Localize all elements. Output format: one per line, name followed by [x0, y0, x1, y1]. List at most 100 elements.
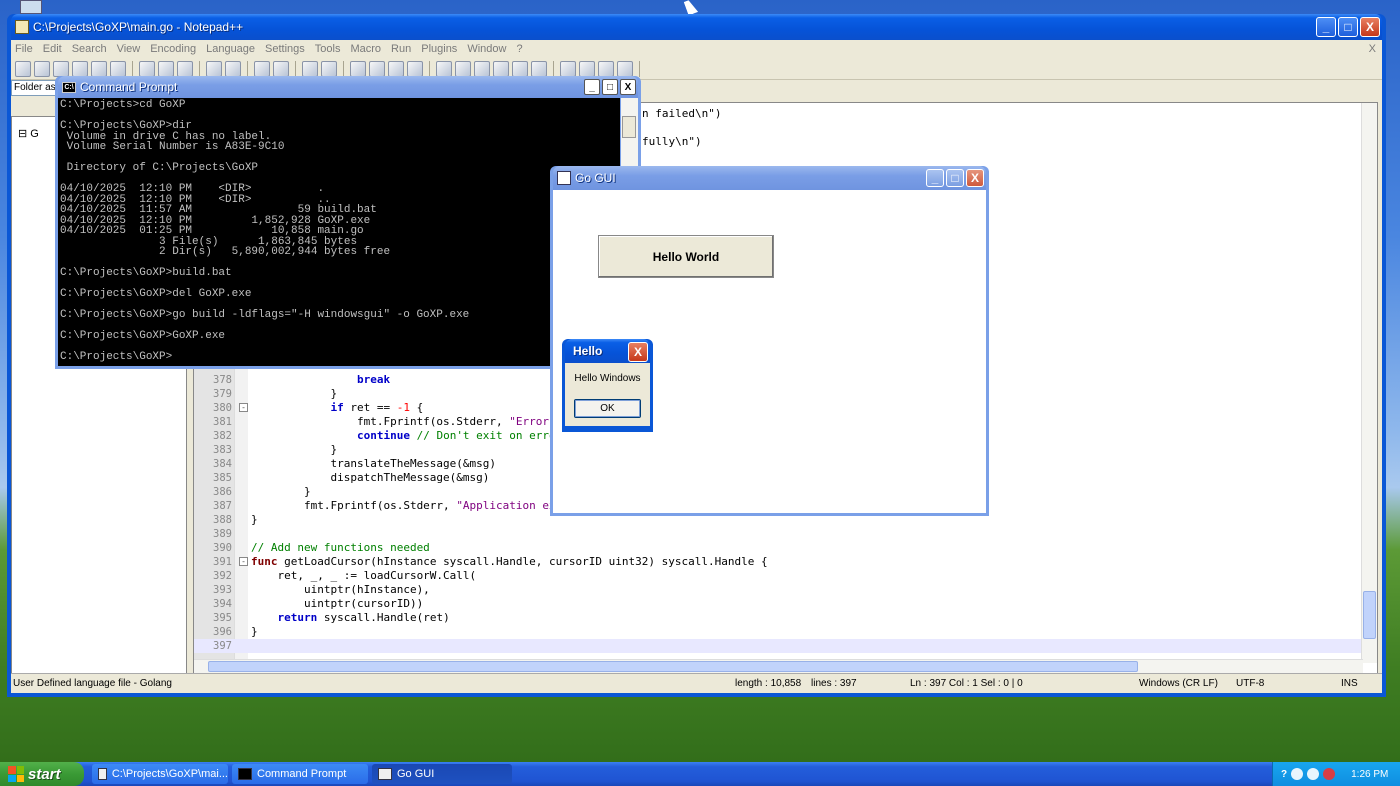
toolbar-tool-icon[interactable]: [158, 60, 174, 77]
start-button[interactable]: start: [0, 762, 84, 786]
toolbar-tool-icon[interactable]: [273, 60, 289, 77]
menu-close-doc-button[interactable]: X: [1369, 43, 1376, 55]
status-eol: Windows (CR LF): [1139, 678, 1218, 689]
code-text: }: [251, 513, 258, 526]
help-icon[interactable]: ?: [1281, 769, 1287, 780]
code-line[interactable]: 394 uintptr(cursorID)): [194, 597, 1362, 611]
toolbar-tool-icon[interactable]: [72, 60, 88, 77]
toolbar-tool-icon[interactable]: [531, 60, 547, 77]
network-icon[interactable]: [1291, 768, 1304, 780]
taskbar-item-notepadpp[interactable]: C:\Projects\GoXP\mai...: [92, 764, 228, 784]
toolbar-tool-icon[interactable]: [139, 60, 155, 77]
menu-item-tools[interactable]: Tools: [315, 43, 341, 55]
dialog-close-button[interactable]: X: [628, 342, 648, 362]
fold-toggle-icon[interactable]: -: [239, 557, 248, 566]
toolbar-tool-icon[interactable]: [350, 60, 366, 77]
cmd-console-output[interactable]: C:\Projects>cd GoXP C:\Projects\GoXP>dir…: [58, 98, 620, 366]
code-line[interactable]: 391- func getLoadCursor(hInstance syscall…: [194, 555, 1362, 569]
line-number: 380: [213, 402, 232, 414]
dialog-ok-button[interactable]: OK: [574, 399, 641, 418]
toolbar-tool-icon[interactable]: [493, 60, 509, 77]
toolbar-tool-icon[interactable]: [388, 60, 404, 77]
desktop-icon[interactable]: [20, 0, 42, 14]
toolbar-tool-icon[interactable]: [321, 60, 337, 77]
code-text: }: [251, 387, 338, 400]
toolbar-tool-icon[interactable]: [225, 60, 241, 77]
gogui-close-button[interactable]: X: [966, 169, 984, 187]
code-text: if ret == -1 {: [330, 401, 424, 414]
code-text: }: [251, 485, 311, 498]
toolbar-tool-icon[interactable]: [512, 60, 528, 77]
toolbar-tool-icon[interactable]: [455, 60, 471, 77]
toolbar-tool-icon[interactable]: [34, 60, 50, 77]
code-line[interactable]: 389: [194, 527, 1362, 541]
line-number: 382: [213, 430, 232, 442]
gogui-task-icon: [378, 768, 392, 780]
editor-vertical-scrollbar[interactable]: [1361, 103, 1377, 663]
code-line[interactable]: 395 return syscall.Handle(ret): [194, 611, 1362, 625]
code-line[interactable]: 396}: [194, 625, 1362, 639]
code-line[interactable]: 397: [194, 639, 1362, 653]
npp-titlebar[interactable]: C:\Projects\GoXP\main.go - Notepad++ _ □…: [11, 14, 1382, 40]
menu-item-run[interactable]: Run: [391, 43, 411, 55]
editor-horizontal-scrollbar[interactable]: [194, 659, 1363, 673]
menu-item-settings[interactable]: Settings: [265, 43, 305, 55]
menu-item-view[interactable]: View: [117, 43, 141, 55]
security-shield-icon[interactable]: [1323, 768, 1336, 780]
toolbar-tool-icon[interactable]: [369, 60, 385, 77]
code-line[interactable]: 390 // Add new functions needed: [194, 541, 1362, 555]
menu-item-search[interactable]: Search: [72, 43, 107, 55]
toolbar-tool-icon[interactable]: [53, 60, 69, 77]
toolbar-separator: [343, 60, 344, 77]
npp-maximize-button[interactable]: □: [1338, 17, 1358, 37]
toolbar-tool-icon[interactable]: [302, 60, 318, 77]
fold-toggle-icon[interactable]: -: [239, 403, 248, 412]
gogui-titlebar[interactable]: Go GUI _ □ X: [553, 166, 986, 190]
code-line[interactable]: 393 uintptr(hInstance),: [194, 583, 1362, 597]
gogui-minimize-button[interactable]: _: [926, 169, 944, 187]
npp-close-button[interactable]: X: [1360, 17, 1380, 37]
toolbar-separator: [132, 60, 133, 77]
menu-item-file[interactable]: File: [15, 43, 33, 55]
toolbar-tool-icon[interactable]: [560, 60, 576, 77]
volume-icon[interactable]: [1307, 768, 1320, 780]
menu-item-encoding[interactable]: Encoding: [150, 43, 196, 55]
toolbar-tool-icon[interactable]: [206, 60, 222, 77]
npp-minimize-button[interactable]: _: [1316, 17, 1336, 37]
toolbar-tool-icon[interactable]: [177, 60, 193, 77]
menu-item-language[interactable]: Language: [206, 43, 255, 55]
code-line[interactable]: 392 ret, _, _ := loadCursorW.Call(: [194, 569, 1362, 583]
toolbar-tool-icon[interactable]: [579, 60, 595, 77]
cmd-minimize-button[interactable]: _: [584, 79, 600, 95]
menu-item-window[interactable]: Window: [467, 43, 506, 55]
toolbar-tool-icon[interactable]: [617, 60, 633, 77]
menu-item-[interactable]: ?: [516, 43, 522, 55]
toolbar-tool-icon[interactable]: [91, 60, 107, 77]
cmd-titlebar[interactable]: C:\ Command Prompt _ □ X: [58, 76, 638, 98]
tree-root-node[interactable]: ⊟ G: [18, 127, 39, 140]
taskbar-item-go-gui[interactable]: Go GUI: [372, 764, 512, 784]
dialog-titlebar[interactable]: Hello X: [565, 339, 650, 363]
menu-item-edit[interactable]: Edit: [43, 43, 62, 55]
toolbar-tool-icon[interactable]: [436, 60, 452, 77]
menu-item-plugins[interactable]: Plugins: [421, 43, 457, 55]
gogui-maximize-button[interactable]: □: [946, 169, 964, 187]
code-text: }: [251, 443, 338, 456]
hello-world-button[interactable]: Hello World: [598, 235, 774, 278]
gogui-window-title: Go GUI: [575, 171, 616, 185]
toolbar-tool-icon[interactable]: [474, 60, 490, 77]
toolbar-tool-icon[interactable]: [407, 60, 423, 77]
menu-item-macro[interactable]: Macro: [350, 43, 381, 55]
line-number: 388: [213, 514, 232, 526]
toolbar-tool-icon[interactable]: [15, 60, 31, 77]
taskbar-item-command-prompt[interactable]: Command Prompt: [232, 764, 368, 784]
toolbar-tool-icon[interactable]: [598, 60, 614, 77]
cmd-close-button[interactable]: X: [620, 79, 636, 95]
code-text: fmt.Fprintf(os.Stderr, "Error i: [251, 415, 563, 428]
cmd-maximize-button[interactable]: □: [602, 79, 618, 95]
toolbar-tool-icon[interactable]: [254, 60, 270, 77]
line-number: 383: [213, 444, 232, 456]
tray-clock[interactable]: 1:26 PM: [1351, 769, 1388, 780]
cmd-app-icon: C:\: [62, 81, 76, 93]
toolbar-tool-icon[interactable]: [110, 60, 126, 77]
